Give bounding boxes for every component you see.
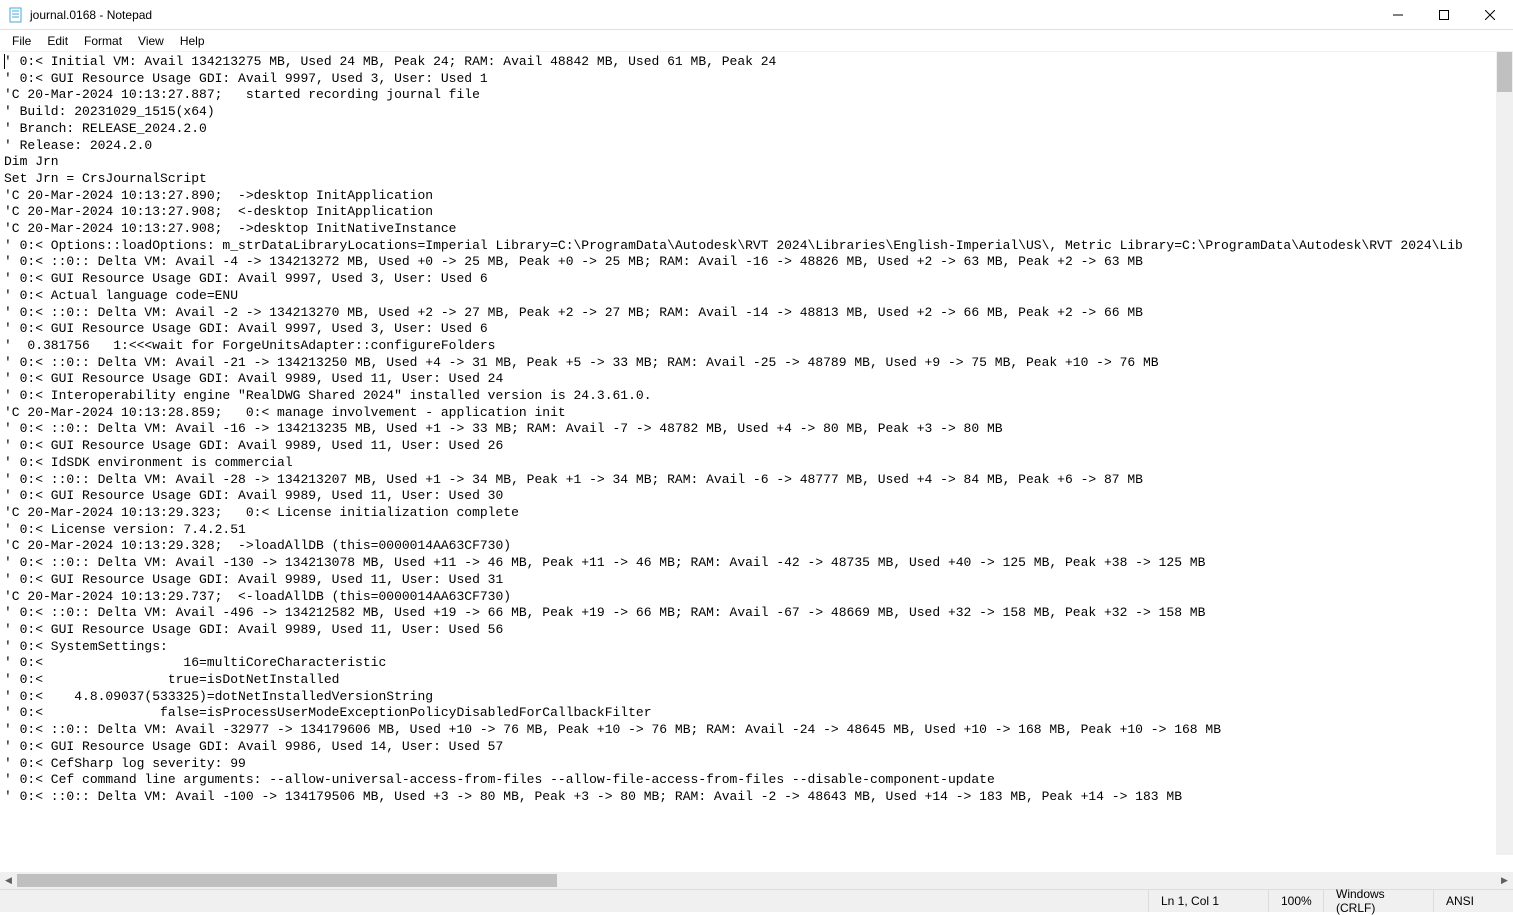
menubar: File Edit Format View Help (0, 30, 1513, 52)
menu-file[interactable]: File (4, 32, 39, 50)
scroll-left-button[interactable]: ◀ (0, 872, 17, 889)
horizontal-scrollbar-thumb[interactable] (17, 874, 557, 887)
window-title: journal.0168 - Notepad (30, 8, 152, 22)
horizontal-scrollbar[interactable]: ◀ ▶ (0, 872, 1513, 889)
text-editor[interactable]: ' 0:< Initial VM: Avail 134213275 MB, Us… (0, 52, 1513, 872)
vertical-scrollbar[interactable] (1496, 52, 1513, 855)
maximize-button[interactable] (1421, 0, 1467, 29)
statusbar: Ln 1, Col 1 100% Windows (CRLF) ANSI (0, 889, 1513, 912)
status-cursor-position: Ln 1, Col 1 (1148, 890, 1268, 912)
minimize-button[interactable] (1375, 0, 1421, 29)
menu-help[interactable]: Help (172, 32, 213, 50)
menu-format[interactable]: Format (76, 32, 130, 50)
titlebar: journal.0168 - Notepad (0, 0, 1513, 30)
notepad-icon (8, 7, 24, 23)
menu-edit[interactable]: Edit (39, 32, 76, 50)
window-controls (1375, 0, 1513, 29)
menu-view[interactable]: View (130, 32, 172, 50)
scroll-right-button[interactable]: ▶ (1496, 872, 1513, 889)
vertical-scrollbar-thumb[interactable] (1497, 52, 1512, 92)
status-line-ending: Windows (CRLF) (1323, 890, 1433, 912)
editor-wrap: ' 0:< Initial VM: Avail 134213275 MB, Us… (0, 52, 1513, 889)
status-zoom: 100% (1268, 890, 1323, 912)
text-caret (4, 54, 5, 69)
close-button[interactable] (1467, 0, 1513, 29)
status-encoding: ANSI (1433, 890, 1513, 912)
text-content[interactable]: ' 0:< Initial VM: Avail 134213275 MB, Us… (0, 52, 1513, 808)
horizontal-scrollbar-track[interactable] (17, 872, 1496, 889)
